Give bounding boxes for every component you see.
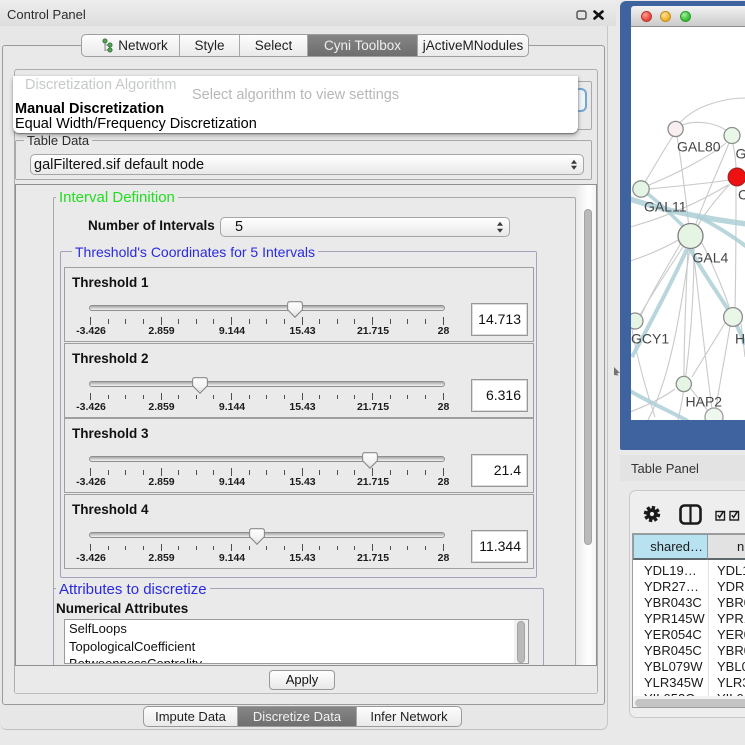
svg-text:H: H: [735, 331, 745, 347]
svg-text:GAL4: GAL4: [693, 250, 729, 266]
svg-text:HAP2: HAP2: [686, 394, 723, 410]
svg-text:C: C: [738, 187, 745, 203]
svg-text:G: G: [736, 146, 745, 162]
svg-text:GAL80: GAL80: [677, 139, 721, 155]
svg-text:GCY1: GCY1: [631, 331, 669, 347]
svg-text:GAL11: GAL11: [644, 199, 687, 215]
